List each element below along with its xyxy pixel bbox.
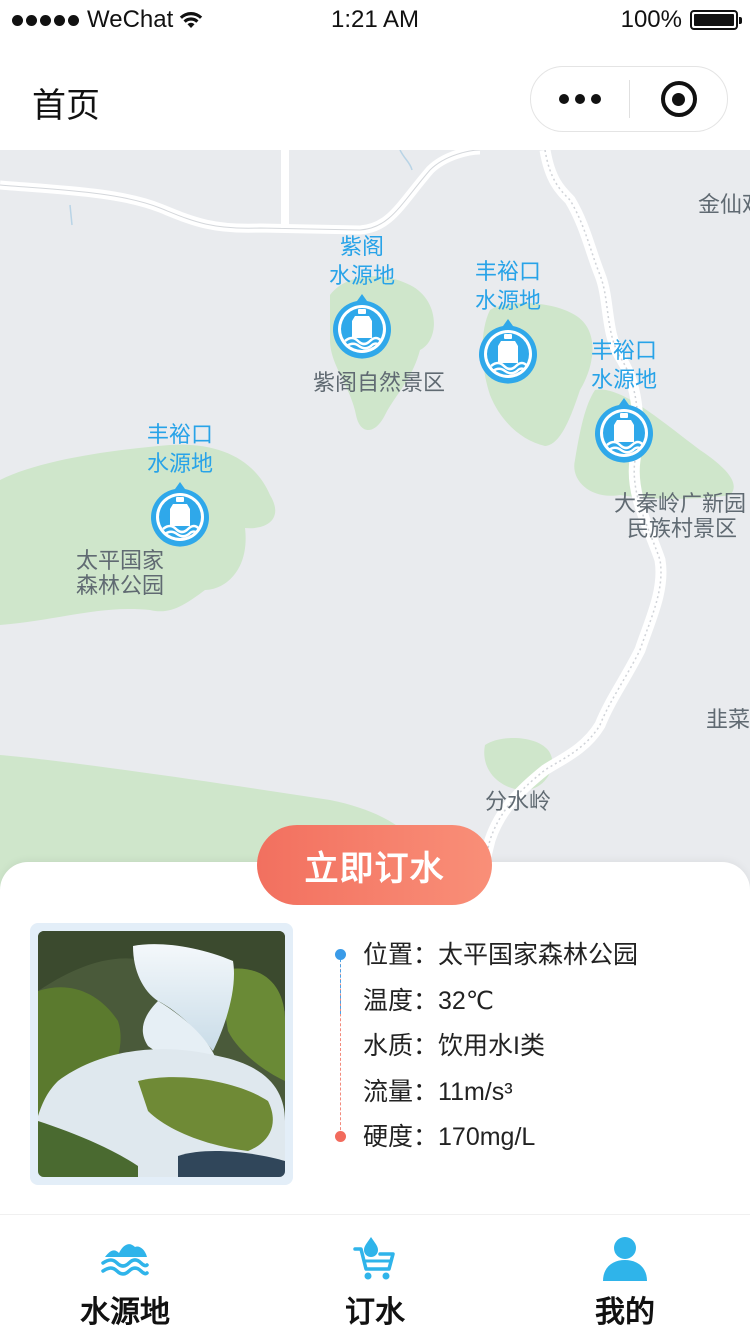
marker-name-line2: 水源地 <box>474 288 541 313</box>
mini-program-capsule <box>530 66 728 132</box>
tab-mine[interactable]: 我的 <box>500 1215 750 1334</box>
battery-area: 100% <box>620 6 742 34</box>
place-label-jinxian: 金仙观 <box>698 192 750 217</box>
place-label-jiecai: 韭菜 <box>706 707 750 732</box>
water-bottle-pin-icon <box>149 480 211 550</box>
water-source-marker[interactable]: 丰裕口 水源地 <box>105 420 255 550</box>
info-flow: 流量：11m/s³ <box>363 1077 513 1107</box>
info-location: 位置：太平国家森林公园 <box>363 940 638 970</box>
info-temperature-key: 温度： <box>363 987 439 1015</box>
place-label-daqinling-2: 民族村景区 <box>627 516 738 541</box>
info-location-key: 位置： <box>363 941 439 969</box>
order-water-button[interactable]: 立即订水 <box>257 825 492 905</box>
user-icon <box>603 1237 647 1281</box>
marker-name-line1: 紫阁 <box>339 234 384 259</box>
info-quality-value: 饮用水I类 <box>438 1032 545 1060</box>
place-label-taiping-1: 太平国家 <box>76 548 165 573</box>
info-hardness-key: 硬度： <box>363 1123 439 1151</box>
tab-label-mine: 我的 <box>595 1296 655 1329</box>
more-dots-icon <box>559 94 569 104</box>
info-temperature-value: 32℃ <box>438 987 494 1015</box>
marker-name-line1: 丰裕口 <box>590 338 657 363</box>
close-mini-program-button[interactable] <box>630 67 727 131</box>
water-cart-icon <box>353 1237 395 1280</box>
info-hardness-value: 170mg/L <box>438 1123 536 1151</box>
more-dots-icon <box>591 94 601 104</box>
water-bottle-pin-icon <box>331 292 393 362</box>
more-button[interactable] <box>531 67 629 131</box>
info-hardness: 硬度：170mg/L <box>363 1122 535 1152</box>
place-label-daqinling-1: 大秦岭广新园 <box>614 491 747 516</box>
tab-label-order-water: 订水 <box>345 1296 405 1329</box>
tab-water-source[interactable]: 水源地 <box>0 1215 250 1334</box>
navigation-bar: 首页 <box>0 40 750 150</box>
waterfall-photo <box>38 931 285 1177</box>
water-source-marker[interactable]: 丰裕口 水源地 <box>549 336 699 466</box>
info-quality: 水质：饮用水I类 <box>363 1031 545 1061</box>
water-source-detail-card: 立即订水 位置：太平国家森林公园 温度：32℃ 水质：饮用水I类 流量：11m/… <box>0 825 750 1214</box>
info-quality-key: 水质： <box>363 1032 439 1060</box>
page-title: 首页 <box>32 87 100 125</box>
place-label-fenshuiling: 分水岭 <box>485 789 552 814</box>
mountain-water-icon <box>101 1244 149 1276</box>
place-label-zige: 紫阁自然景区 <box>313 370 446 395</box>
marker-name-line2: 水源地 <box>328 263 395 288</box>
info-flow-value: 11m/s³ <box>438 1078 513 1106</box>
place-label-taiping-2: 森林公园 <box>76 573 165 598</box>
more-dots-icon <box>575 94 585 104</box>
info-location-value: 太平国家森林公园 <box>438 941 639 969</box>
info-flow-key: 流量： <box>363 1078 439 1106</box>
marker-name-line1: 丰裕口 <box>146 422 213 447</box>
tab-label-water-source: 水源地 <box>80 1296 170 1329</box>
water-bottle-pin-icon <box>477 317 539 387</box>
marker-name-line1: 丰裕口 <box>474 259 541 284</box>
info-timeline-line <box>340 954 341 1140</box>
battery-icon <box>690 10 742 30</box>
timeline-end-dot <box>335 1131 346 1142</box>
timeline-start-dot <box>335 949 346 960</box>
tab-bar: 水源地 订水 我的 <box>0 1214 750 1334</box>
info-temperature: 温度：32℃ <box>363 986 494 1016</box>
water-bottle-pin-icon <box>593 396 655 466</box>
map-view[interactable]: 金仙观 紫阁自然景区 太平国家 森林公园 大秦岭广新园 民族村景区 韭菜 分水岭… <box>0 150 750 890</box>
marker-name-line2: 水源地 <box>146 451 213 476</box>
status-bar: WeChat 1:21 AM 100% <box>0 0 750 40</box>
battery-percent: 100% <box>620 6 682 33</box>
water-source-photo-frame <box>30 923 293 1185</box>
target-close-icon <box>660 81 697 117</box>
water-source-marker[interactable]: 紫阁 水源地 <box>287 232 437 362</box>
tab-order-water[interactable]: 订水 <box>250 1215 500 1334</box>
marker-name-line2: 水源地 <box>590 367 657 392</box>
